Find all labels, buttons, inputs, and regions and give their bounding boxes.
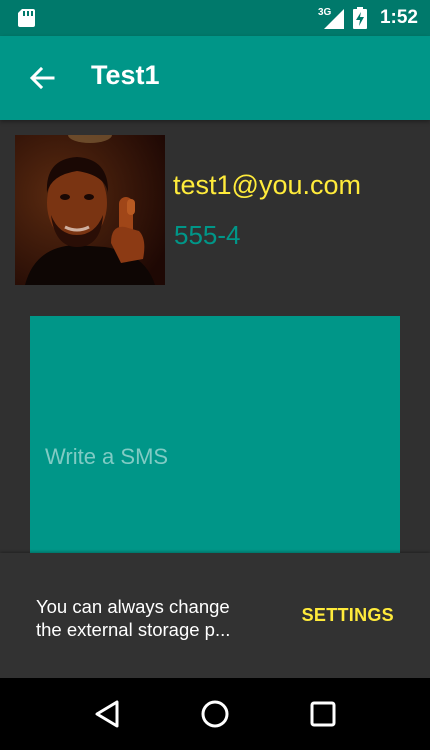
sd-card-icon xyxy=(18,9,35,27)
avatar-photo xyxy=(15,135,165,285)
contact-avatar xyxy=(15,135,165,285)
back-button[interactable] xyxy=(20,56,64,100)
settings-button[interactable]: SETTINGS xyxy=(302,605,394,626)
status-icons: 3G 1:52 xyxy=(318,0,418,36)
contact-phone[interactable]: 555-4 xyxy=(174,220,241,251)
page-title: Test1 xyxy=(91,60,160,90)
status-bar: 3G 1:52 xyxy=(0,0,430,36)
arrow-back-icon xyxy=(29,66,55,90)
home-circle-icon[interactable] xyxy=(197,696,233,732)
network-type-label: 3G xyxy=(318,7,332,18)
battery-charging-icon xyxy=(352,7,367,29)
recents-square-icon[interactable] xyxy=(305,696,341,732)
snackbar-message: You can always change the external stora… xyxy=(36,596,231,640)
status-time: 1:52 xyxy=(379,7,418,28)
back-triangle-icon[interactable] xyxy=(90,696,126,732)
snackbar: You can always change the external stora… xyxy=(0,553,430,678)
sms-compose-area[interactable] xyxy=(30,316,400,566)
navigation-bar xyxy=(0,678,430,750)
contact-email[interactable]: test1@you.com xyxy=(173,170,361,201)
sms-input[interactable] xyxy=(45,444,375,470)
signal-icon: 3G xyxy=(318,7,344,29)
app-bar: Test1 xyxy=(0,36,430,120)
